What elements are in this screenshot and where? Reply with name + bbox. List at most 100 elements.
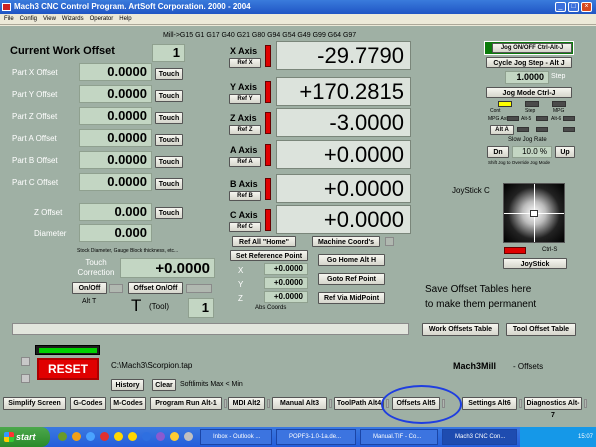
cycle-jog-step-button[interactable]: Cycle Jog Step - Alt J — [486, 57, 572, 68]
ref-x-dro[interactable]: +0.0000 — [264, 263, 308, 275]
quicklaunch-icon-3[interactable] — [86, 432, 95, 441]
tool-offset-table-button[interactable]: Tool Offset Table — [506, 323, 576, 336]
step-dro[interactable]: 1.0000 — [505, 71, 549, 84]
start-button[interactable]: start — [0, 427, 50, 447]
ref-y-button[interactable]: Ref Y — [229, 94, 261, 104]
jog-mode-button[interactable]: Jog Mode Ctrl-J — [486, 87, 572, 98]
tab-settings[interactable]: Settings Alt6 — [462, 397, 517, 410]
alt-t-label: Alt T — [82, 298, 97, 305]
on-off-led — [109, 284, 123, 293]
quicklaunch-icon-2[interactable] — [72, 432, 81, 441]
c-axis-dro[interactable]: +0.0000 — [276, 205, 411, 234]
part-x-offset-dro[interactable]: 0.0000 — [79, 63, 152, 81]
diameter-dro[interactable]: 0.000 — [79, 224, 152, 242]
part-a-offset-dro[interactable]: 0.0000 — [79, 129, 152, 147]
tab-diagnostics[interactable]: Diagnostics Alt-7 — [524, 397, 582, 419]
machine-coords-button[interactable]: Machine Coord's — [312, 236, 380, 247]
z-offset-dro[interactable]: 0.000 — [79, 203, 152, 221]
menu-view[interactable]: View — [43, 16, 56, 22]
screen-name: - Offsets — [513, 362, 544, 371]
ref-c-button[interactable]: Ref C — [229, 222, 261, 232]
menu-operator[interactable]: Operator — [90, 16, 114, 22]
reset-button[interactable]: RESET — [37, 358, 99, 380]
y-axis-dro[interactable]: +170.2815 — [276, 77, 411, 106]
touch-y-button[interactable]: Touch — [155, 90, 183, 102]
menu-config[interactable]: Config — [20, 16, 37, 22]
task-mach3[interactable]: Mach3 CNC Con... — [442, 429, 517, 445]
history-button[interactable]: History — [111, 379, 144, 391]
task-outlook[interactable]: Inbox - Outlook ... — [200, 429, 272, 445]
part-c-offset-dro[interactable]: 0.0000 — [79, 173, 152, 191]
on-off-button[interactable]: On/Off — [72, 282, 107, 294]
ref-all-home-button[interactable]: Ref All "Home" — [232, 236, 296, 247]
a-axis-dro[interactable]: +0.0000 — [276, 140, 411, 169]
m-codes-button[interactable]: M-Codes — [110, 397, 146, 410]
x-axis-dro[interactable]: -29.7790 — [276, 41, 411, 70]
joystick-label: JoyStick C — [452, 186, 490, 195]
dn-button[interactable]: Dn — [487, 146, 509, 158]
set-reference-point-button[interactable]: Set Reference Point — [230, 250, 308, 261]
softlimits-label: Softlimits Max < Min — [180, 381, 243, 388]
touch-correction-dro[interactable]: +0.0000 — [120, 258, 215, 278]
menu-wizards[interactable]: Wizards — [62, 16, 84, 22]
x-axis-label: X Axis — [230, 46, 258, 56]
jog-onoff-button[interactable]: Jog ON/OFF Ctrl-Alt-J — [492, 43, 572, 53]
z-offset-label: Z Offset — [34, 208, 63, 217]
goto-ref-point-button[interactable]: Goto Ref Point — [318, 273, 385, 285]
slow-jog-rate-dro[interactable]: 10.0 % — [512, 146, 552, 158]
ref-y-label: Y — [238, 280, 244, 289]
touch-b-button[interactable]: Touch — [155, 156, 183, 168]
save-note-line1: Save Offset Tables here — [425, 284, 532, 295]
ref-z-button[interactable]: Ref Z — [229, 125, 261, 135]
maximize-button[interactable]: □ — [568, 2, 579, 12]
quicklaunch-icon-5[interactable] — [114, 432, 123, 441]
part-b-offset-dro[interactable]: 0.0000 — [79, 151, 152, 169]
close-button[interactable]: × — [581, 2, 592, 12]
current-work-offset-title: Current Work Offset — [10, 45, 115, 57]
ref-x-button[interactable]: Ref X — [229, 58, 261, 68]
ref-via-midpoint-button[interactable]: Ref Via MidPoint — [318, 292, 385, 304]
touch-c-button[interactable]: Touch — [155, 178, 183, 190]
clear-button[interactable]: Clear — [152, 379, 176, 391]
joystick-button[interactable]: JoyStick — [503, 258, 567, 269]
menu-help[interactable]: Help — [119, 16, 131, 22]
ref-b-button[interactable]: Ref B — [229, 191, 261, 201]
part-z-offset-dro[interactable]: 0.0000 — [79, 107, 152, 125]
tab-toolpath[interactable]: ToolPath Alt4 — [334, 397, 384, 410]
tab-mdi[interactable]: MDI Alt2 — [228, 397, 265, 410]
tab-program-run[interactable]: Program Run Alt-1 — [150, 397, 222, 410]
tool-dro[interactable]: 1 — [188, 298, 214, 318]
offset-on-off-button[interactable]: Offset On/Off — [128, 282, 183, 294]
simplify-screen-button[interactable]: Simplify Screen — [3, 397, 66, 410]
quicklaunch-icon-10[interactable] — [184, 432, 193, 441]
minimize-button[interactable]: _ — [555, 2, 566, 12]
touch-x-button[interactable]: Touch — [155, 68, 183, 80]
ref-z-dro[interactable]: +0.0000 — [264, 291, 308, 303]
touch-z-button[interactable]: Touch — [155, 112, 183, 124]
quicklaunch-icon-8[interactable] — [156, 432, 165, 441]
quicklaunch-icon-1[interactable] — [58, 432, 67, 441]
tab-manual[interactable]: Manual Alt3 — [272, 397, 327, 410]
quicklaunch-icon-4[interactable] — [100, 432, 109, 441]
quicklaunch-icon-6[interactable] — [128, 432, 137, 441]
g-codes-button[interactable]: G-Codes — [70, 397, 106, 410]
go-home-button[interactable]: Go Home Alt H — [318, 254, 385, 266]
task-popf3[interactable]: POPF3-1.0-1a.de... — [276, 429, 356, 445]
alt-a-button[interactable]: Alt A — [490, 125, 514, 135]
part-y-offset-dro[interactable]: 0.0000 — [79, 85, 152, 103]
touch-a-button[interactable]: Touch — [155, 134, 183, 146]
b-axis-label: B Axis — [230, 179, 258, 189]
work-offset-dro[interactable]: 1 — [152, 44, 185, 62]
ref-a-button[interactable]: Ref A — [229, 157, 261, 167]
ref-y-dro[interactable]: +0.0000 — [264, 277, 308, 289]
up-button[interactable]: Up — [555, 146, 575, 158]
b-axis-dro[interactable]: +0.0000 — [276, 174, 411, 203]
task-manual[interactable]: Manual.TIF - Co... — [360, 429, 438, 445]
quicklaunch-icon-7[interactable] — [142, 432, 151, 441]
z-touch-button[interactable]: Touch — [155, 207, 183, 219]
z-axis-dro[interactable]: -3.0000 — [276, 108, 411, 137]
work-offsets-table-button[interactable]: Work Offsets Table — [422, 323, 499, 336]
menu-file[interactable]: File — [4, 16, 14, 22]
quicklaunch-icon-9[interactable] — [170, 432, 179, 441]
joystick-pad[interactable] — [503, 183, 565, 243]
